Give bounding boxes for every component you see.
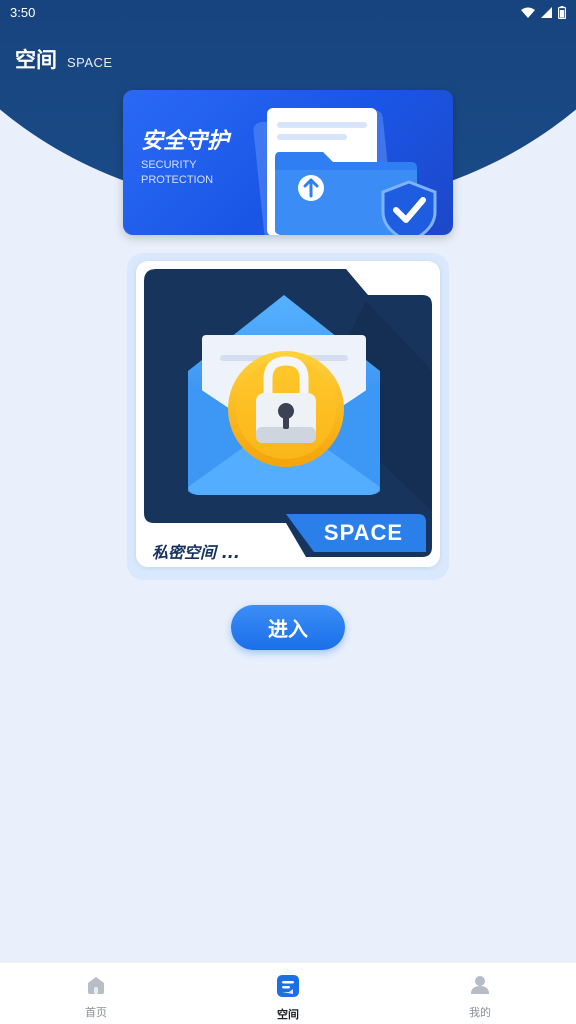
nav-label-space: 空间	[277, 1009, 299, 1021]
app-screen: 3:50 空间 SPACE 安全守护 SECURITY PROTECTION S…	[0, 0, 576, 1024]
status-time: 3:50	[10, 4, 36, 20]
enter-button[interactable]: 进入	[231, 605, 345, 650]
wifi-icon	[521, 7, 535, 18]
banner-subtitle-line1: SECURITY	[141, 159, 197, 171]
banner-title: 安全守护	[141, 129, 230, 154]
private-space-card[interactable]: SPACE 私密空间 ...	[127, 253, 449, 580]
banner-subtitle-line2: PROTECTION	[141, 174, 214, 186]
nav-item-profile[interactable]: 我的	[420, 963, 540, 1024]
home-icon	[86, 975, 106, 1000]
private-space-card-inner: SPACE 私密空间 ...	[136, 261, 440, 567]
nav-item-home[interactable]: 首页	[36, 963, 156, 1024]
card-caption: 私密空间 ...	[152, 543, 240, 562]
page-header: 空间 SPACE	[15, 44, 113, 74]
signal-icon	[541, 6, 552, 18]
status-bar: 3:50	[0, 0, 576, 24]
space-tag: SPACE	[323, 520, 404, 545]
nav-item-space[interactable]: 空间	[228, 963, 348, 1024]
nav-label-home: 首页	[85, 1007, 107, 1019]
page-subtitle: SPACE	[67, 55, 113, 70]
space-icon	[277, 975, 299, 1002]
profile-icon	[470, 975, 490, 1000]
banner-subtitle: SECURITY PROTECTION	[141, 158, 213, 188]
battery-icon	[558, 5, 566, 19]
nav-label-profile: 我的	[469, 1007, 491, 1019]
bottom-navigation: 首页 空间 我的	[0, 962, 576, 1024]
status-icons	[521, 5, 566, 19]
page-title: 空间	[15, 48, 57, 72]
security-banner[interactable]: 安全守护 SECURITY PROTECTION	[123, 90, 453, 235]
folder-shield-illustration	[253, 100, 453, 235]
